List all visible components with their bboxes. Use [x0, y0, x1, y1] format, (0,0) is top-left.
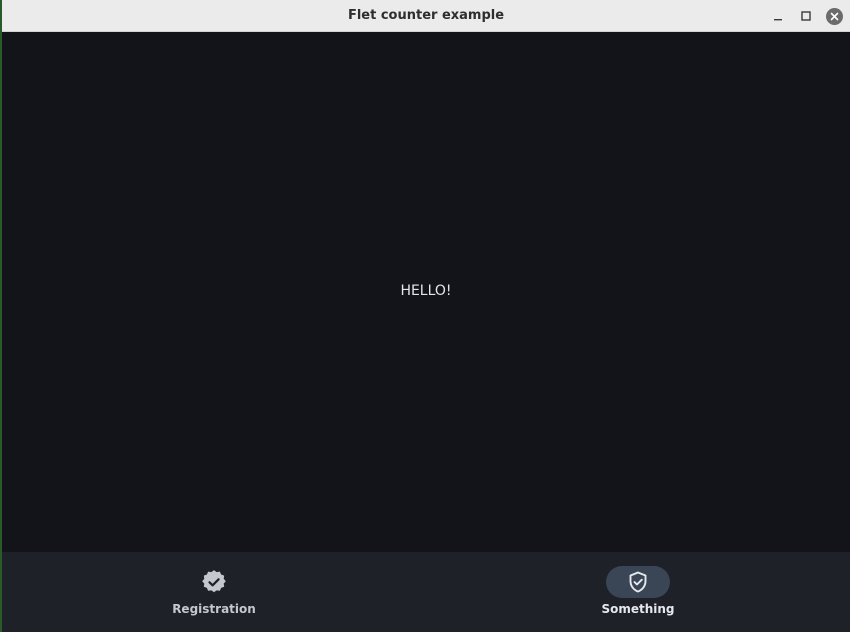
nav-destination-something[interactable]: Something	[426, 552, 850, 632]
window-title: Flet counter example	[347, 8, 505, 23]
app-window: Flet counter example HELLO! Registration…	[2, 0, 850, 632]
nav-indicator-active	[606, 566, 670, 598]
nav-destination-registration[interactable]: Registration	[2, 552, 426, 632]
title-bar[interactable]: Flet counter example	[2, 0, 850, 32]
navigation-bar: Registration Something	[2, 552, 850, 632]
nav-indicator	[182, 566, 246, 598]
nav-label-registration: Registration	[172, 602, 256, 616]
maximize-button[interactable]	[797, 7, 815, 25]
hello-text: HELLO!	[400, 283, 452, 299]
nav-label-something: Something	[601, 602, 675, 616]
close-button[interactable]	[825, 7, 843, 25]
close-icon	[825, 7, 843, 25]
minimize-icon	[774, 19, 782, 21]
maximize-icon	[801, 11, 811, 21]
shield-check-icon	[629, 571, 647, 593]
verified-badge-icon	[202, 570, 226, 593]
main-content: HELLO!	[2, 32, 850, 552]
minimize-button[interactable]	[769, 7, 787, 25]
